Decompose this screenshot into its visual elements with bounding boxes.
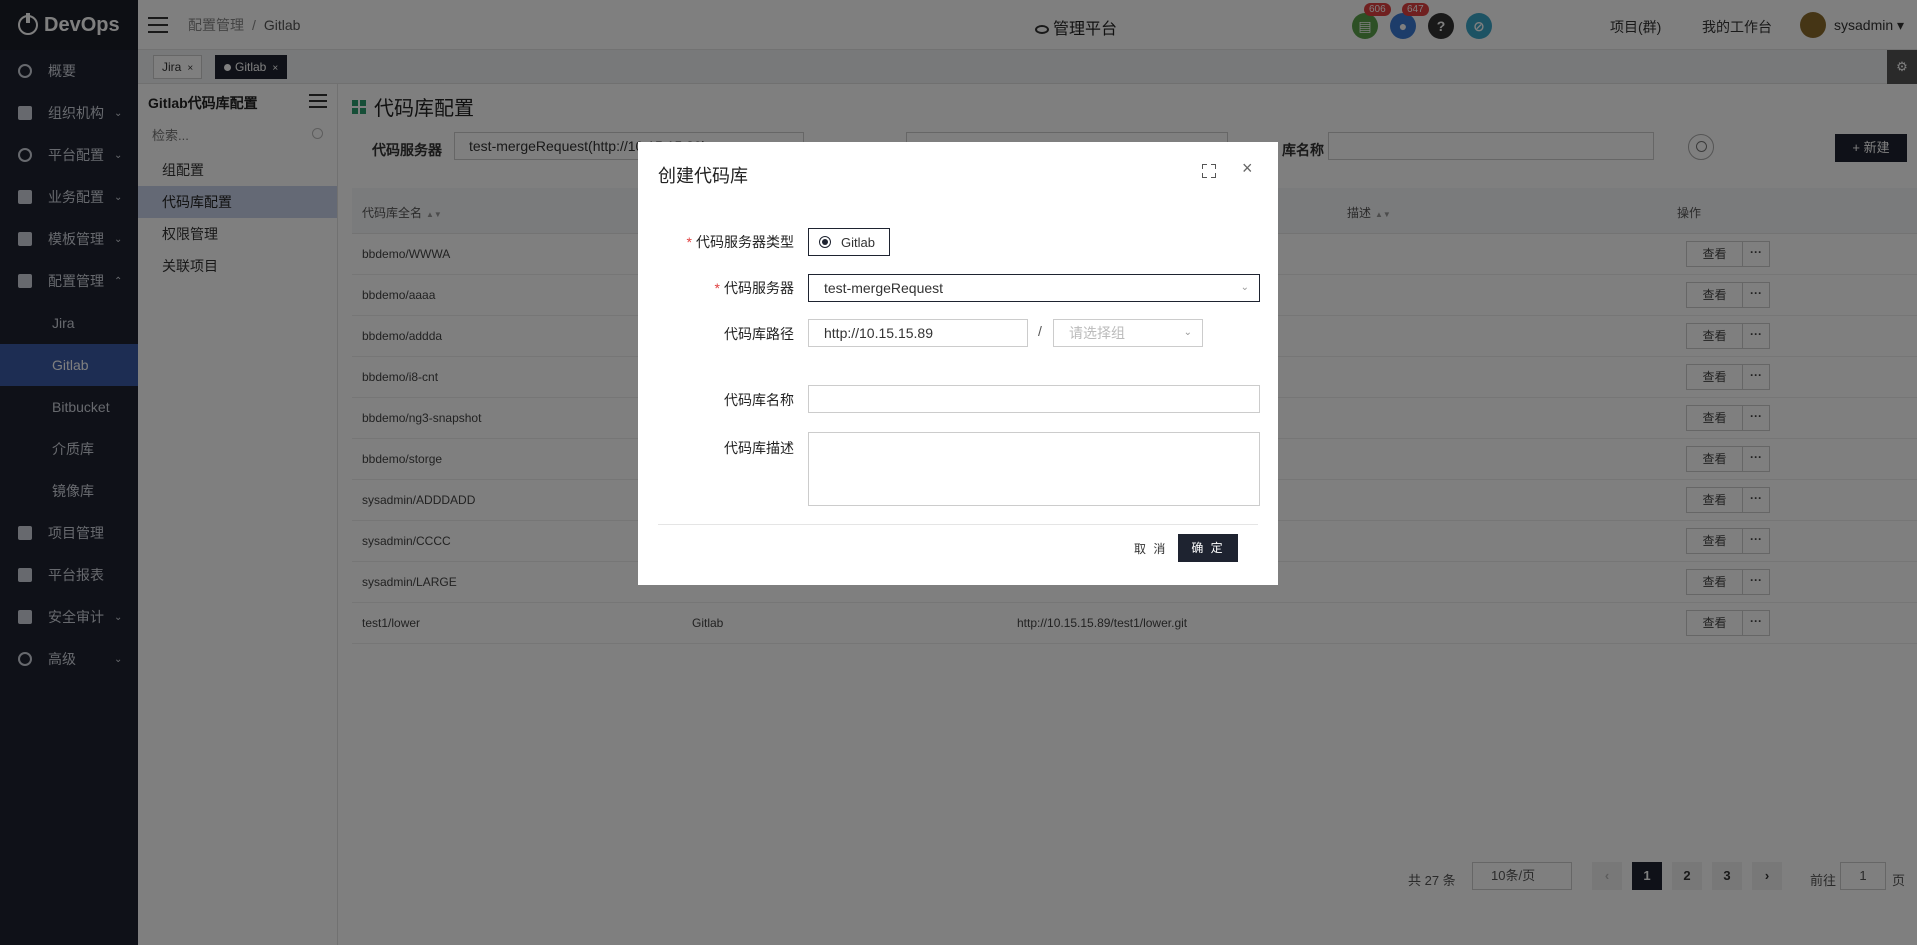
repo-desc-textarea[interactable] [808,432,1260,506]
cancel-button[interactable]: 取 消 [1134,540,1167,557]
server-label: * 代码服务器 [714,280,794,296]
repo-name-label: 代码库名称 [724,392,794,408]
radio-label: Gitlab [841,234,875,250]
server-type-radio-gitlab[interactable]: Gitlab [808,228,890,256]
dialog-divider [658,524,1258,525]
create-repo-dialog: 创建代码库 × * 代码服务器类型 Gitlab * 代码服务器 test-merg… [638,142,1278,585]
repo-desc-label: 代码库描述 [724,440,794,456]
repo-name-input[interactable] [808,385,1260,413]
radio-checked-icon [819,236,831,248]
required-mark: * [714,280,720,296]
dialog-title: 创建代码库 [658,166,748,186]
chevron-down-icon: ⌄ [1240,282,1249,293]
group-select[interactable]: 请选择组 ⌄ [1053,319,1203,347]
close-icon[interactable]: × [1242,158,1253,179]
path-input[interactable]: http://10.15.15.89 [808,319,1028,347]
server-type-label: * 代码服务器类型 [686,234,794,250]
fullscreen-icon[interactable] [1202,164,1216,178]
chevron-down-icon: ⌄ [1183,327,1192,338]
server-select[interactable]: test-mergeRequest ⌄ [808,274,1260,302]
path-separator: / [1038,323,1042,339]
path-label: 代码库路径 [724,326,794,342]
required-mark: * [686,234,692,250]
confirm-button[interactable]: 确 定 [1178,534,1238,562]
group-select-placeholder: 请选择组 [1069,325,1125,341]
server-select-value: test-mergeRequest [824,280,944,296]
